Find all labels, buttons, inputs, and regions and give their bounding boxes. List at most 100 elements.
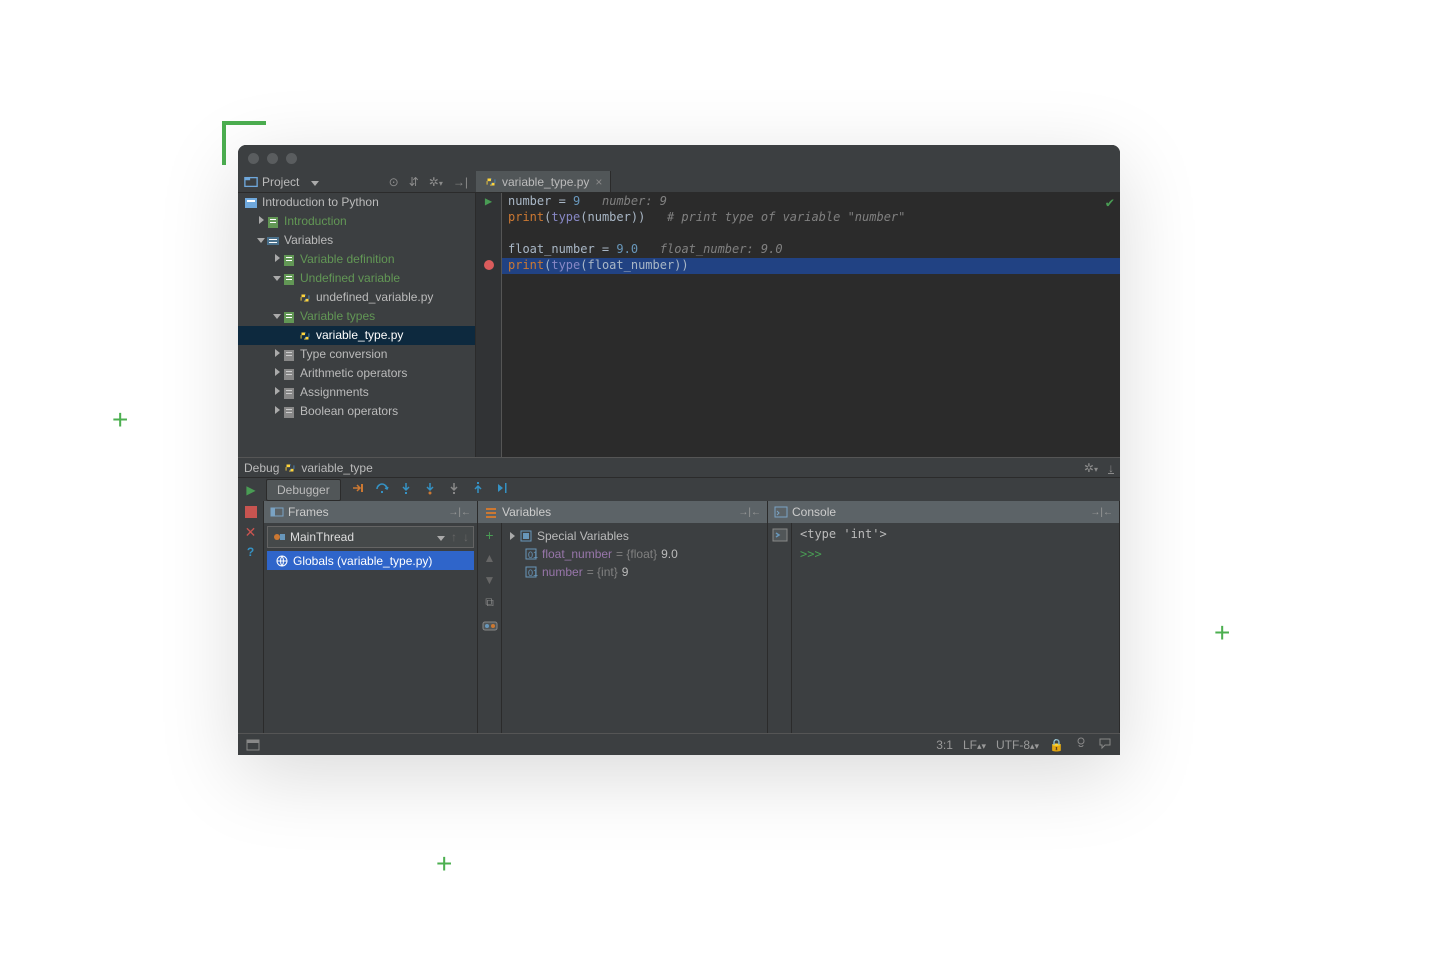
lesson-icon [282,367,296,381]
traffic-max[interactable] [286,153,297,164]
project-label: Project [262,175,299,189]
run-to-cursor-icon[interactable] [495,481,509,498]
copy-icon[interactable]: ⧉ [485,595,494,610]
lock-icon[interactable]: 🔒 [1049,738,1064,752]
editor-tabs: variable_type.py × [476,171,1120,192]
rerun-icon[interactable]: ▶ [246,483,255,497]
editor-tab[interactable]: variable_type.py × [476,171,611,192]
chevron-icon [256,212,266,231]
debug-step-buttons [351,481,509,498]
restore-layout-icon[interactable]: →|← [1090,507,1113,518]
chevron-down-icon [311,175,319,189]
lesson-icon [282,405,296,419]
tree-item[interactable]: Arithmetic operators [238,364,475,383]
step-into-icon[interactable] [399,481,413,498]
frames-icon [270,505,284,519]
show-exec-icon[interactable] [351,481,365,498]
inspector-icon[interactable] [1074,736,1088,753]
close-icon[interactable]: ✕ [244,525,258,539]
tree-label: undefined_variable.py [316,288,433,307]
thread-selector[interactable]: MainThread ↑↓ [267,526,474,548]
console-output: <type 'int'> [800,527,887,541]
tree-item[interactable]: Variable definition [238,250,475,269]
down-icon[interactable]: ▼ [484,573,496,587]
tree-root[interactable]: Introduction to Python [238,193,475,212]
traffic-close[interactable] [248,153,259,164]
tree-label: Assignments [300,383,369,402]
step-out-icon[interactable] [471,481,485,498]
tree-item[interactable]: Assignments [238,383,475,402]
tree-item[interactable]: variable_type.py [238,326,475,345]
hide-icon[interactable]: →| [453,175,468,189]
special-variables-row[interactable]: Special Variables [506,527,678,545]
run-gutter-icon[interactable]: ▶ [485,194,492,208]
project-actions: ⊙ ⇵ ✲▾ →| [389,175,468,189]
collapse-icon[interactable]: ⇵ [409,175,419,189]
console-exec-icon[interactable] [772,527,788,546]
breakpoint-icon[interactable] [484,260,494,270]
traffic-min[interactable] [267,153,278,164]
console-prompt: >>> [800,547,887,561]
variables-header: Variables →|← [478,501,767,523]
vars-tool-strip: + ▲ ▼ ⧉ [478,523,502,733]
console-icon [774,505,788,519]
debug-panel-header[interactable]: Debug variable_type ✲▾ ↓ [238,457,1120,477]
tree-item[interactable]: Undefined variable [238,269,475,288]
tree-item[interactable]: Variable types [238,307,475,326]
add-watch-icon[interactable]: + [485,527,493,543]
gear-icon[interactable]: ✲▾ [1084,461,1098,475]
chevron-icon [256,231,266,250]
line-separator[interactable]: LF▴▾ [963,738,986,752]
status-window-icon[interactable] [246,738,260,752]
variable-row[interactable]: 01 number = {int} 9 [506,563,678,581]
tree-item[interactable]: Introduction [238,212,475,231]
frame-down-icon[interactable]: ↓ [463,530,469,544]
close-icon[interactable]: × [595,175,602,189]
file-encoding[interactable]: UTF-8▴▾ [996,738,1039,752]
target-icon[interactable]: ⊙ [389,175,399,189]
value-icon: 01 [524,565,538,579]
chevron-icon [272,383,282,402]
step-into-my-icon[interactable] [423,481,437,498]
lesson-icon [282,272,296,286]
tree-item[interactable]: Boolean operators [238,402,475,421]
watches-icon[interactable] [482,618,498,637]
gear-icon[interactable]: ✲▾ [429,175,443,189]
console-content[interactable]: <type 'int'> >>> [792,523,895,733]
python-file-icon [283,461,297,475]
frame-row[interactable]: Globals (variable_type.py) [267,551,474,570]
tree-label: Type conversion [300,345,387,364]
toolbar-row: Project ⊙ ⇵ ✲▾ →| variable_type.py × [238,171,1120,193]
tree-root-label: Introduction to Python [262,193,379,212]
globals-icon [275,554,289,568]
force-step-icon[interactable] [447,481,461,498]
stop-icon[interactable] [244,505,258,519]
restore-layout-icon[interactable]: →|← [448,507,471,518]
restore-layout-icon[interactable]: →|← [738,507,761,518]
lesson-icon [282,348,296,362]
feedback-icon[interactable] [1098,736,1112,753]
help-icon[interactable]: ? [244,545,258,559]
variables-group-icon [266,234,280,248]
debug-title-file: variable_type [301,461,372,475]
tab-filename: variable_type.py [502,175,589,189]
variable-row[interactable]: 01 float_number = {float} 9.0 [506,545,678,563]
debug-left-sidebar: ✕ ? [238,501,264,733]
project-tool-header[interactable]: Project ⊙ ⇵ ✲▾ →| [238,171,476,192]
code-area[interactable]: ✔ number = 9 number: 9print(type(number)… [502,193,1120,457]
caret-position[interactable]: 3:1 [936,738,953,752]
tree-item[interactable]: Variables [238,231,475,250]
frames-panel: Frames →|← MainThread ↑↓ Globals (variab… [264,501,478,733]
up-icon[interactable]: ▲ [484,551,496,565]
hide-icon[interactable]: ↓ [1108,461,1114,475]
python-file-icon [298,291,312,305]
svg-text:01: 01 [528,550,538,560]
step-over-icon[interactable] [375,481,389,498]
chevron-right-icon [510,532,515,540]
tree-item[interactable]: undefined_variable.py [238,288,475,307]
debugger-tab[interactable]: Debugger [266,479,341,501]
tree-item[interactable]: Type conversion [238,345,475,364]
code-line: print(type(float_number)) [502,258,1120,274]
editor-area: ▶ ✔ number = 9 number: 9print(type(numbe… [476,193,1120,457]
frame-up-icon[interactable]: ↑ [451,530,457,544]
